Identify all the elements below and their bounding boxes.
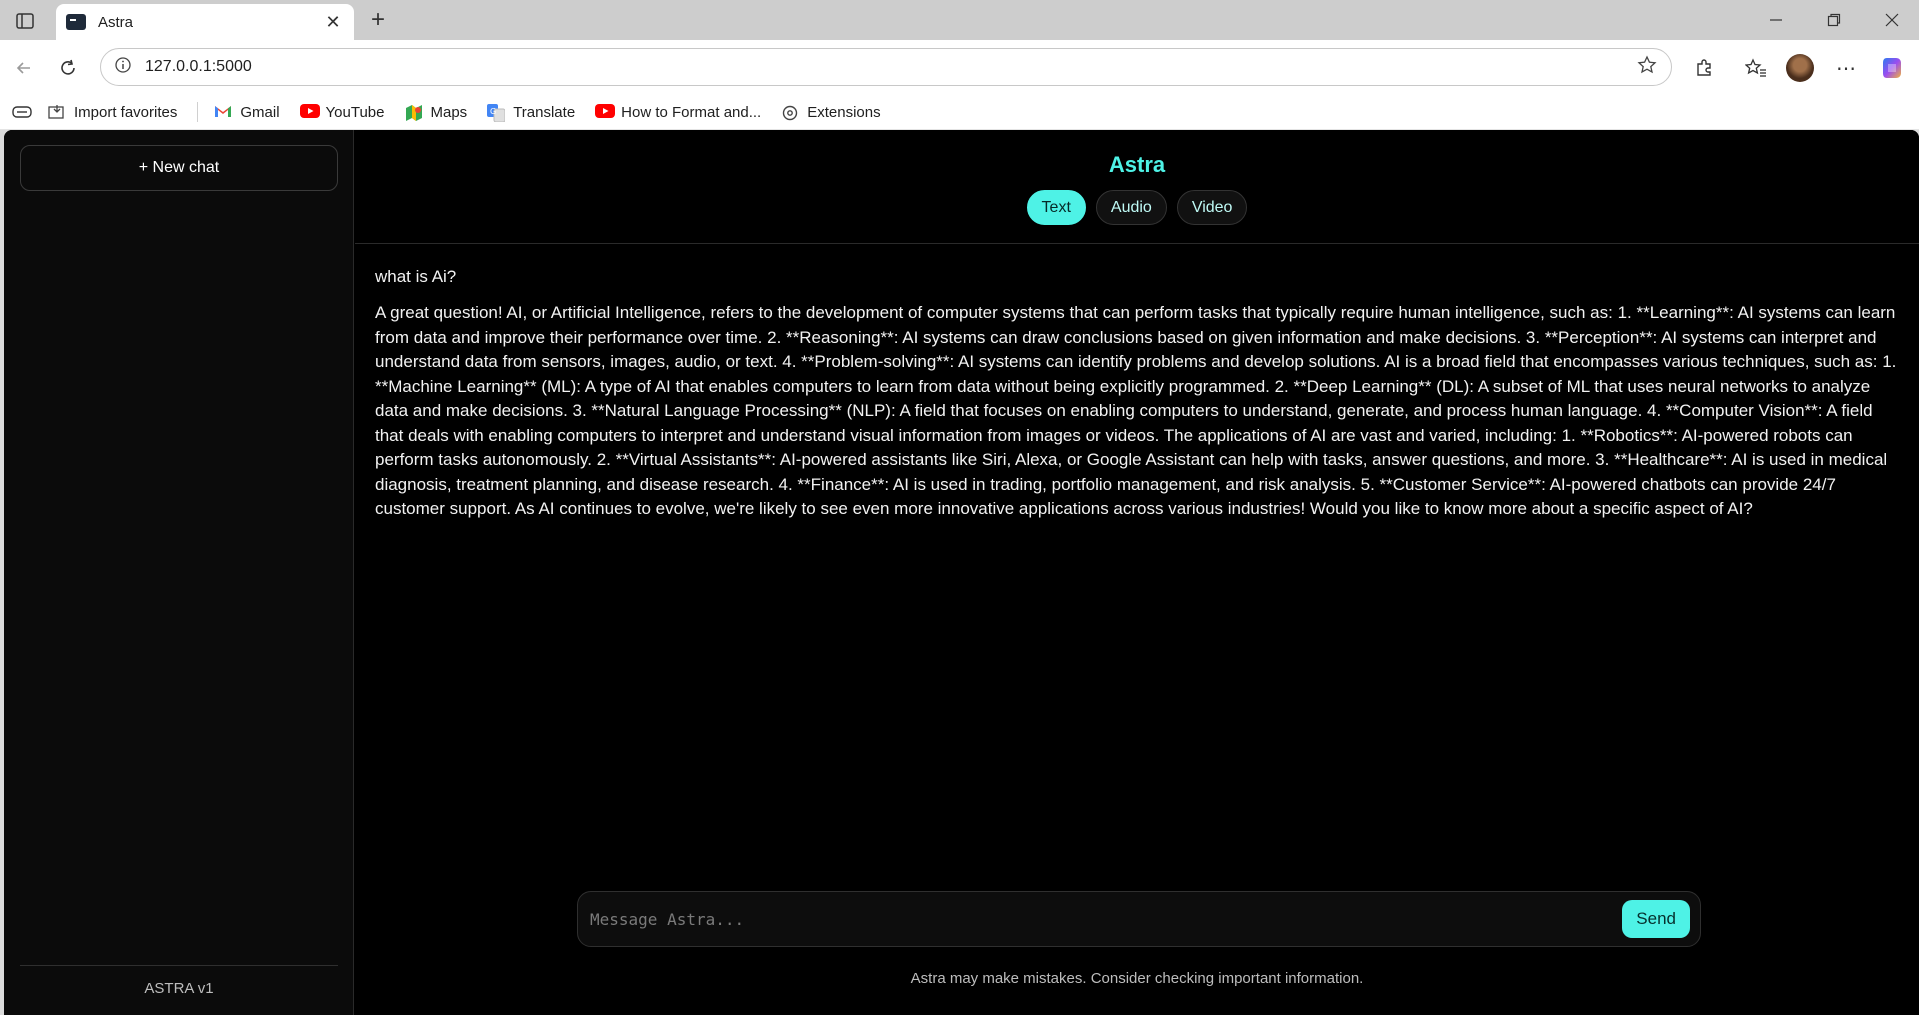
reload-icon[interactable] xyxy=(52,52,84,84)
favorite-star-icon[interactable] xyxy=(1637,54,1657,80)
bookmark-label: YouTube xyxy=(325,103,385,121)
bookmark-label: How to Format and... xyxy=(621,103,762,121)
bookmark-label: Extensions xyxy=(807,103,881,121)
svg-text:G: G xyxy=(490,107,496,116)
bookmark-label: Translate xyxy=(513,103,576,121)
bookmark-label: Gmail xyxy=(240,103,280,121)
assistant-message: A great question! AI, or Artificial Inte… xyxy=(375,303,1897,518)
browser-tab-strip: Astra ✕ + xyxy=(0,0,1919,40)
favorites-list-icon[interactable] xyxy=(1740,52,1772,84)
bookmark-label: Import favorites xyxy=(74,103,178,121)
copilot-icon[interactable] xyxy=(1876,52,1908,84)
restore-icon[interactable] xyxy=(1812,6,1856,34)
bookmark-youtube[interactable]: YouTube xyxy=(299,103,385,121)
bookmark-extensions[interactable]: Extensions xyxy=(781,103,881,121)
bookmark-how-to-format[interactable]: How to Format and... xyxy=(595,104,761,121)
new-chat-button[interactable]: + New chat xyxy=(20,145,338,191)
site-info-icon[interactable] xyxy=(115,56,131,78)
profile-avatar-icon xyxy=(1786,54,1814,82)
import-icon xyxy=(48,104,66,120)
sidebar-version-label: ASTRA v1 xyxy=(20,965,338,997)
extensions-icon xyxy=(781,104,799,121)
browser-tab-astra[interactable]: Astra ✕ xyxy=(56,4,354,40)
tab-text[interactable]: Text xyxy=(1026,190,1086,225)
tab-title: Astra xyxy=(98,13,134,31)
chat-main: Astra Text Audio Video what is Ai? A gre… xyxy=(355,130,1919,1015)
close-tab-icon[interactable]: ✕ xyxy=(322,11,344,33)
extensions-puzzle-icon[interactable] xyxy=(1688,52,1720,84)
sidebar: + New chat ASTRA v1 xyxy=(4,130,354,1015)
tab-audio[interactable]: Audio xyxy=(1095,190,1167,225)
address-bar[interactable]: 127.0.0.1:5000 xyxy=(100,48,1672,86)
user-message: what is Ai? xyxy=(375,267,457,286)
youtube-icon xyxy=(299,104,320,120)
minimize-icon[interactable] xyxy=(1754,6,1798,34)
message-composer: Send xyxy=(577,891,1701,947)
address-url[interactable]: 127.0.0.1:5000 xyxy=(145,58,1637,76)
bookmark-maps[interactable]: Maps xyxy=(405,103,468,121)
astra-app: + New chat ASTRA v1 Astra Text Audio Vid… xyxy=(4,130,1919,1015)
bookmark-import-favorites[interactable]: Import favorites xyxy=(48,104,177,121)
bookmark-label: Maps xyxy=(430,103,468,121)
more-options-icon[interactable]: ⋯ xyxy=(1830,52,1862,84)
translate-icon: G xyxy=(487,104,506,123)
avatar[interactable] xyxy=(1784,52,1816,84)
page-title: Astra xyxy=(1108,152,1166,177)
terminal-favicon-icon xyxy=(66,14,86,30)
chat-header: Astra Text Audio Video xyxy=(355,130,1919,244)
youtube-icon xyxy=(595,104,616,120)
send-button[interactable]: Send xyxy=(1622,900,1690,938)
disclaimer-text: Astra may make mistakes. Consider checki… xyxy=(910,970,1364,987)
new-tab-icon[interactable]: + xyxy=(364,6,392,34)
browser-toolbar: 127.0.0.1:5000 ⋯ xyxy=(0,40,1919,95)
bookmark-translate[interactable]: G Translate xyxy=(487,103,576,123)
bookmarks-bar: Import favorites Gmail YouTube Maps G Tr… xyxy=(0,95,1919,130)
message-input[interactable] xyxy=(590,909,1623,929)
reading-list-icon[interactable] xyxy=(12,104,32,120)
maps-icon xyxy=(405,104,423,121)
gmail-icon xyxy=(214,104,232,120)
chat-messages: what is Ai? A great question! AI, or Art… xyxy=(375,265,1899,522)
mode-tabs: Text Audio Video xyxy=(355,190,1919,225)
close-window-icon[interactable] xyxy=(1870,6,1914,34)
bookmark-gmail[interactable]: Gmail xyxy=(214,103,280,121)
bookmarks-divider xyxy=(197,102,199,122)
back-arrow-icon[interactable] xyxy=(8,52,40,84)
tab-video[interactable]: Video xyxy=(1176,190,1248,225)
tab-actions-icon[interactable] xyxy=(10,8,40,34)
